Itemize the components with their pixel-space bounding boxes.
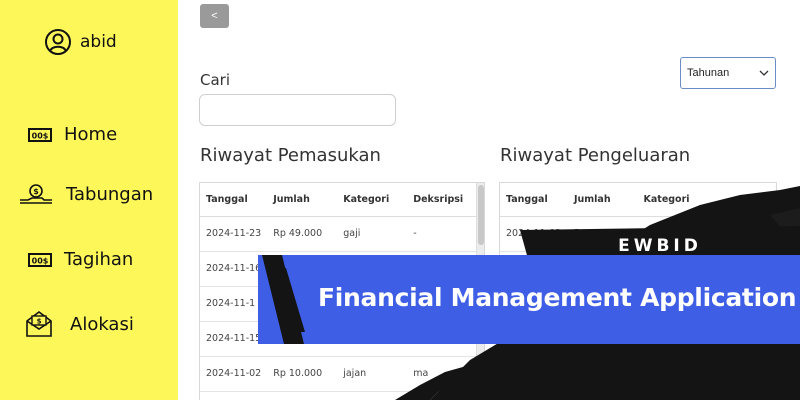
table-cell xyxy=(407,321,480,357)
expense-history-title: Riwayat Pengeluaran xyxy=(500,145,691,166)
column-header[interactable]: Tanggal xyxy=(200,183,268,217)
sidebar-item-home[interactable]: 00$ Home xyxy=(28,124,117,145)
user-name: abid xyxy=(80,32,117,52)
svg-text:00$: 00$ xyxy=(32,256,49,265)
savings-hand-icon: $ xyxy=(20,184,52,204)
scrollbar-thumb[interactable] xyxy=(478,185,484,245)
user-profile[interactable]: abid xyxy=(44,28,117,56)
table-cell xyxy=(267,321,338,357)
table-cell: jajan xyxy=(337,356,408,392)
table-cell xyxy=(337,321,408,357)
table-row[interactable]: 2024-11-02 Rp 10.000 jajan ma xyxy=(200,356,480,392)
column-header[interactable]: Kategori xyxy=(637,183,708,217)
column-header[interactable]: Jumlah xyxy=(567,183,638,217)
table-cell: 2024-11-23 xyxy=(200,216,268,252)
table-cell: gaji xyxy=(337,216,408,252)
table-cell: ma xyxy=(407,356,480,392)
user-circle-icon xyxy=(45,29,71,55)
column-header[interactable]: Jumlah xyxy=(267,183,338,217)
period-select[interactable]: Tahunan xyxy=(680,57,776,89)
allocation-envelope-icon: $ xyxy=(26,311,52,337)
table-cell: 2024-11-16 xyxy=(200,251,268,287)
banner-brand: EWBID xyxy=(618,236,702,256)
table-row[interactable]: 2024-11-23 Rp 49.000 gaji - xyxy=(200,216,480,252)
svg-text:00$: 00$ xyxy=(32,131,49,140)
column-header[interactable] xyxy=(707,183,776,217)
sidebar-item-label: Tabungan xyxy=(66,183,154,205)
period-select-value: Tahunan xyxy=(687,67,730,79)
table-cell: Rp 49.000 xyxy=(267,216,338,252)
sidebar: abid 00$ Home $ Tabungan 00$ Tagihan $ A… xyxy=(0,0,178,400)
sidebar-item-tabungan[interactable]: $ Tabungan xyxy=(18,183,153,205)
table-cell xyxy=(407,251,480,287)
column-header[interactable]: Kategori xyxy=(337,183,408,217)
sidebar-item-label: Tagihan xyxy=(64,249,134,270)
money-icon: 00$ xyxy=(28,127,52,142)
sidebar-item-tagihan[interactable]: 00$ Tagihan xyxy=(28,249,133,270)
table-cell: - xyxy=(407,216,480,252)
svg-text:$: $ xyxy=(33,187,39,196)
column-header[interactable]: Tanggal xyxy=(500,183,568,217)
table-header-row: Tanggal Jumlah Kategori Deksripsi xyxy=(200,183,480,217)
table-cell: 2024-11-1 xyxy=(200,286,268,322)
table-cell xyxy=(267,251,338,287)
search-label: Cari xyxy=(200,71,230,89)
sidebar-item-label: Alokasi xyxy=(70,313,134,335)
column-header[interactable]: Deksripsi xyxy=(407,183,480,217)
table-cell xyxy=(337,251,408,287)
banner-headline: Financial Management Application xyxy=(318,283,797,312)
table-cell: Rp 10.000 xyxy=(267,356,338,392)
table-cell: 2024-11-02 xyxy=(200,356,268,392)
svg-text:$: $ xyxy=(37,318,42,326)
money-icon: 00$ xyxy=(28,252,52,267)
sidebar-item-label: Home xyxy=(64,124,118,145)
table-cell: 2024-11-15 xyxy=(200,321,268,357)
table-row[interactable]: 2024-11-16 xyxy=(200,251,480,287)
income-history-title: Riwayat Pemasukan xyxy=(200,145,381,166)
sidebar-item-alokasi[interactable]: $ Alokasi xyxy=(24,309,134,339)
back-button[interactable]: < xyxy=(200,4,229,28)
search-input[interactable] xyxy=(199,94,396,126)
chevron-down-icon xyxy=(759,70,769,76)
table-row[interactable]: 2024-11-15 xyxy=(200,321,480,357)
table-header-row: Tanggal Jumlah Kategori xyxy=(500,183,776,217)
